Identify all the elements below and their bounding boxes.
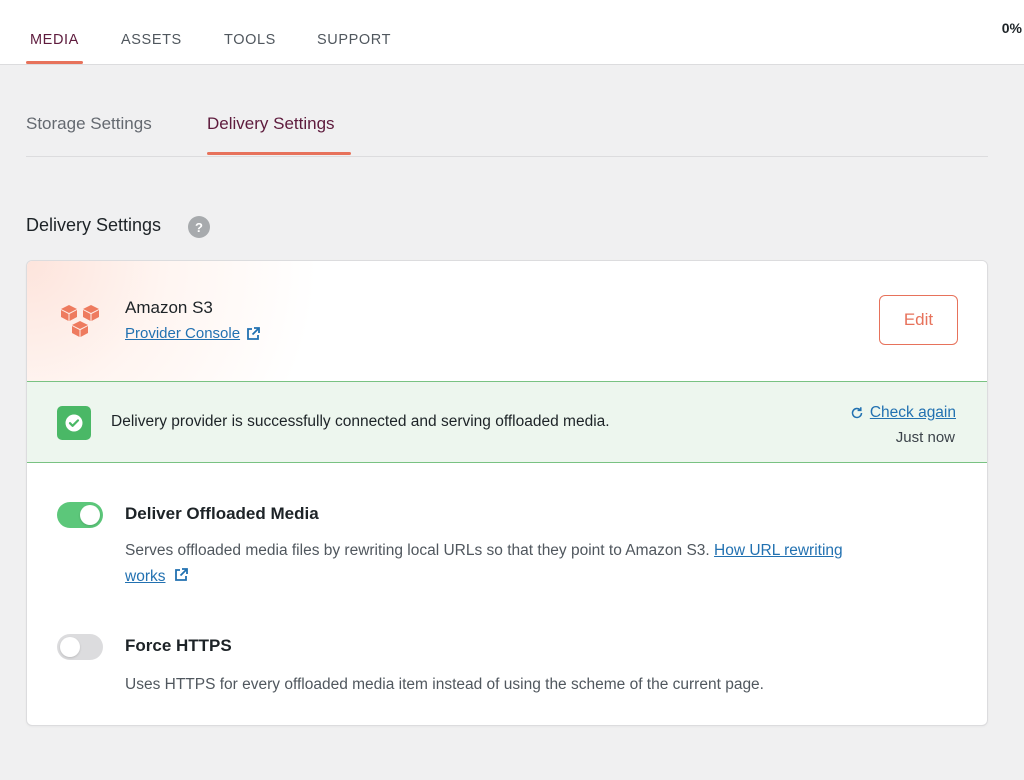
check-again-label: Check again: [869, 404, 956, 421]
settings-subtabs: Storage Settings Delivery Settings: [26, 100, 988, 157]
tab-support[interactable]: SUPPORT: [317, 32, 391, 48]
aws-s3-icon: [61, 305, 99, 337]
subtab-storage-settings[interactable]: Storage Settings: [26, 114, 152, 134]
check-again-link[interactable]: Check again: [850, 404, 956, 422]
external-link-icon: [247, 326, 260, 340]
section-title: Delivery Settings: [26, 215, 162, 235]
link-text-part1: How URL rewriting: [714, 542, 843, 559]
connection-status-banner: Delivery provider is successfully connec…: [27, 381, 987, 463]
tab-tools[interactable]: TOOLS: [224, 32, 276, 48]
provider-console-label: Provider Console: [125, 325, 241, 342]
force-https-description: Uses HTTPS for every offloaded media ite…: [125, 676, 764, 693]
deliver-description-text: Serves offloaded media files by rewritin…: [125, 542, 710, 559]
status-message: Delivery provider is successfully connec…: [111, 413, 610, 430]
toggle-knob: [80, 505, 100, 525]
external-link-icon: [174, 568, 188, 581]
subtab-delivery-settings[interactable]: Delivery Settings: [207, 114, 335, 134]
active-subtab-indicator: [207, 152, 351, 155]
help-icon[interactable]: ?: [188, 216, 210, 238]
force-https-title: Force HTTPS: [125, 636, 232, 655]
deliver-offloaded-media-description: Serves offloaded media files by rewritin…: [125, 538, 955, 590]
provider-name: Amazon S3: [125, 298, 213, 317]
offload-progress: 0%: [1001, 20, 1022, 36]
force-https-toggle[interactable]: [57, 634, 103, 660]
delivery-settings-card: Amazon S3 Provider Console Edit Delivery…: [26, 260, 988, 726]
tab-media[interactable]: MEDIA: [30, 32, 79, 48]
active-tab-indicator: [26, 61, 83, 64]
success-check-icon: [57, 406, 91, 440]
deliver-offloaded-media-toggle[interactable]: [57, 502, 103, 528]
provider-row: Amazon S3 Provider Console Edit: [27, 261, 987, 381]
tab-assets[interactable]: ASSETS: [121, 32, 182, 48]
last-checked-time: Just now: [895, 429, 955, 446]
edit-provider-button[interactable]: Edit: [879, 295, 958, 345]
refresh-icon: [851, 407, 863, 419]
deliver-offloaded-media-title: Deliver Offloaded Media: [125, 504, 319, 523]
provider-console-link[interactable]: Provider Console: [125, 325, 260, 342]
link-text-part2: works: [125, 568, 166, 585]
toggle-knob: [60, 637, 80, 657]
top-navigation: MEDIA ASSETS TOOLS SUPPORT 0%: [0, 0, 1024, 65]
